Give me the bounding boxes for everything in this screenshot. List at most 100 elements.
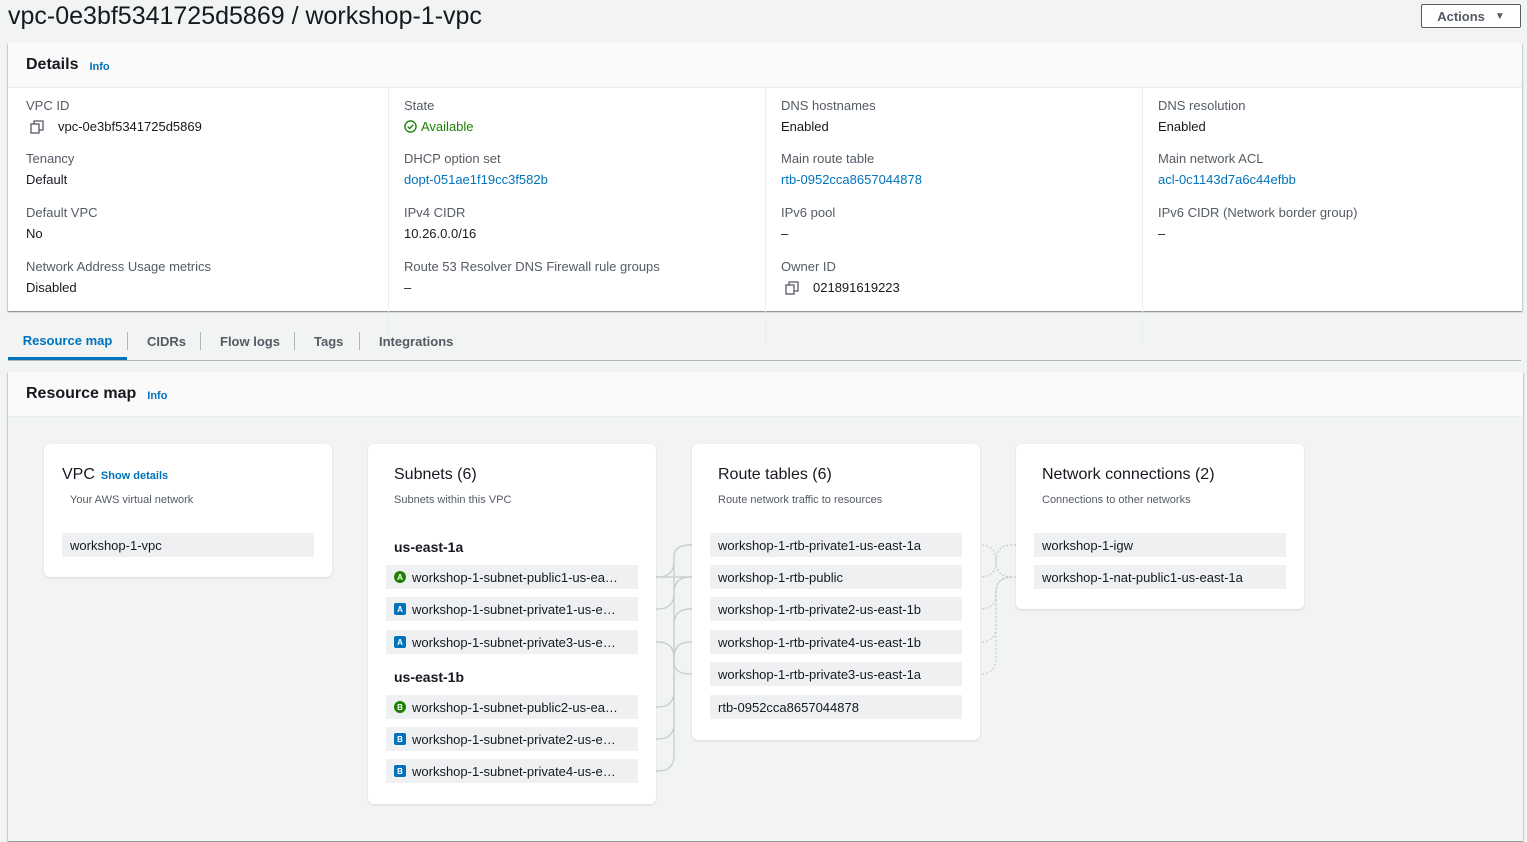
subnet-node[interactable]: B workshop-1-subnet-private2-us-e… (386, 727, 638, 751)
tab-cidrs[interactable]: CIDRs (147, 324, 186, 358)
state-value: Available (421, 119, 474, 134)
copy-icon[interactable] (30, 119, 44, 134)
field-ipv6-pool: IPv6 pool – (781, 205, 835, 241)
details-column-1: VPC ID vpc-0e3bf5341725d5869 Tenancy Def… (26, 88, 386, 344)
route-table-label: rtb-0952cca8657044878 (718, 699, 859, 715)
route-table-label: workshop-1-rtb-private4-us-east-1b (718, 634, 922, 650)
field-value: 10.26.0.0/16 (404, 226, 477, 241)
field-label: Main network ACL (1158, 151, 1264, 166)
public-subnet-icon: A (394, 571, 406, 583)
field-dns-hostnames: DNS hostnames Enabled (781, 98, 876, 134)
details-panel: Details Info VPC ID vpc-0e3bf5341725d586… (8, 43, 1522, 344)
network-connection-node[interactable]: workshop-1-igw (1034, 533, 1286, 557)
route-table-node[interactable]: workshop-1-rtb-private2-us-east-1b (710, 597, 962, 621)
subnet-node[interactable]: A workshop-1-subnet-private3-us-e… (386, 630, 638, 654)
field-main-acl: Main network ACL acl-0c1143d7a6c44efbb (1158, 151, 1296, 187)
field-value: vpc-0e3bf5341725d5869 (26, 119, 202, 134)
page-title: vpc-0e3bf5341725d5869 / workshop-1-vpc (8, 2, 482, 30)
tab-tags[interactable]: Tags (314, 324, 343, 358)
resource-map-panel: Resource map Info VPC Show details Your … (8, 372, 1523, 841)
route-table-node[interactable]: rtb-0952cca8657044878 (710, 695, 962, 719)
field-label: Network Address Usage metrics (26, 259, 211, 274)
route-table-label: workshop-1-rtb-public (718, 569, 843, 585)
field-owner-id: Owner ID 021891619223 (781, 259, 900, 295)
copy-icon[interactable] (785, 280, 799, 295)
field-state: State Available (404, 98, 474, 134)
subnet-label: workshop-1-subnet-private3-us-e… (412, 634, 616, 650)
tab-integrations[interactable]: Integrations (379, 324, 453, 358)
details-title: Details (26, 56, 79, 73)
field-main-route-table: Main route table rtb-0952cca8657044878 (781, 151, 922, 187)
tab-flow-logs[interactable]: Flow logs (220, 324, 280, 358)
details-header: Details Info (8, 43, 1522, 88)
subnet-label: workshop-1-subnet-public1-us-ea… (412, 569, 618, 585)
route-table-label: workshop-1-rtb-private2-us-east-1b (718, 601, 922, 617)
az-label-us-east-1b: us-east-1b (394, 669, 465, 685)
subnet-label: workshop-1-subnet-private2-us-e… (412, 731, 616, 747)
route-table-node[interactable]: workshop-1-rtb-private4-us-east-1b (710, 630, 962, 654)
private-subnet-icon: B (394, 765, 406, 777)
field-label: IPv4 CIDR (404, 205, 466, 220)
vpc-card-title-row: VPC Show details (62, 466, 168, 484)
tab-divider (200, 332, 201, 350)
network-connections-card: Network connections (2) Connections to o… (1016, 444, 1304, 609)
field-label: IPv6 CIDR (Network border group) (1158, 205, 1358, 220)
resource-map-canvas: VPC Show details Your AWS virtual network… (8, 417, 1523, 841)
field-default-vpc: Default VPC No (26, 205, 98, 241)
field-label: Owner ID (781, 259, 836, 274)
main-acl-link[interactable]: acl-0c1143d7a6c44efbb (1158, 172, 1296, 187)
tab-divider (127, 332, 128, 350)
field-dhcp: DHCP option set dopt-051ae1f19cc3f582b (404, 151, 548, 187)
subnet-node[interactable]: A workshop-1-subnet-public1-us-ea… (386, 565, 638, 589)
caret-down-icon: ▼ (1494, 10, 1505, 22)
resource-map-info-link[interactable]: Info (147, 390, 167, 402)
tab-bar: Resource map CIDRs Flow logs Tags Integr… (8, 324, 1521, 361)
subnet-node[interactable]: B workshop-1-subnet-public2-us-ea… (386, 695, 638, 719)
field-label: VPC ID (26, 98, 70, 113)
network-card-title: Network connections (2) (1042, 466, 1215, 483)
route-table-label: workshop-1-rtb-private3-us-east-1a (718, 666, 922, 682)
route-table-label: workshop-1-rtb-private1-us-east-1a (718, 537, 922, 553)
public-subnet-icon: B (394, 701, 406, 713)
network-connection-node[interactable]: workshop-1-nat-public1-us-east-1a (1034, 565, 1286, 589)
route-table-node[interactable]: workshop-1-rtb-private1-us-east-1a (710, 533, 962, 557)
details-info-link[interactable]: Info (89, 61, 109, 73)
route-table-node[interactable]: workshop-1-rtb-private3-us-east-1a (710, 662, 962, 686)
field-value: 021891619223 (781, 280, 900, 295)
field-ipv6-cidr: IPv6 CIDR (Network border group) – (1158, 205, 1357, 241)
details-column-4: DNS resolution Enabled Main network ACL … (1142, 88, 1513, 344)
vpc-card: VPC Show details Your AWS virtual network… (44, 444, 332, 577)
subnet-node[interactable]: B workshop-1-subnet-private4-us-e… (386, 759, 638, 783)
tab-resource-map[interactable]: Resource map (8, 324, 127, 360)
field-label: Default VPC (26, 205, 98, 220)
show-details-link[interactable]: Show details (101, 470, 168, 482)
field-label: DNS resolution (1158, 98, 1246, 113)
field-value: Default (26, 172, 68, 187)
dhcp-link[interactable]: dopt-051ae1f19cc3f582b (404, 172, 548, 187)
field-value: No (26, 226, 43, 241)
details-column-3: DNS hostnames Enabled Main route table r… (765, 88, 1142, 344)
field-value: – (1158, 226, 1166, 241)
route-table-node[interactable]: workshop-1-rtb-public (710, 565, 962, 589)
az-label-us-east-1a: us-east-1a (394, 539, 464, 555)
details-column-2: State Available DHCP option set dopt-051… (388, 88, 765, 344)
field-value: Disabled (26, 280, 77, 295)
tab-divider (294, 332, 295, 350)
actions-button[interactable]: Actions ▼ (1421, 4, 1521, 28)
vpc-id-value: vpc-0e3bf5341725d5869 (58, 119, 202, 134)
field-value: Enabled (1158, 119, 1206, 134)
field-ipv4-cidr: IPv4 CIDR 10.26.0.0/16 (404, 205, 476, 241)
subnets-card-title: Subnets (6) (394, 466, 477, 483)
private-subnet-icon: B (394, 733, 406, 745)
details-grid: VPC ID vpc-0e3bf5341725d5869 Tenancy Def… (8, 88, 1522, 355)
vpc-node[interactable]: workshop-1-vpc (62, 533, 314, 557)
private-subnet-icon: A (394, 603, 406, 615)
vpc-card-subtitle: Your AWS virtual network (70, 494, 194, 506)
vpc-node-label: workshop-1-vpc (70, 537, 162, 553)
field-value: – (781, 226, 789, 241)
subnet-node[interactable]: A workshop-1-subnet-private1-us-e… (386, 597, 638, 621)
main-route-table-link[interactable]: rtb-0952cca8657044878 (781, 172, 922, 187)
subnet-label: workshop-1-subnet-private4-us-e… (412, 763, 616, 779)
network-card-subtitle: Connections to other networks (1042, 494, 1191, 506)
field-value: Available (404, 119, 474, 134)
